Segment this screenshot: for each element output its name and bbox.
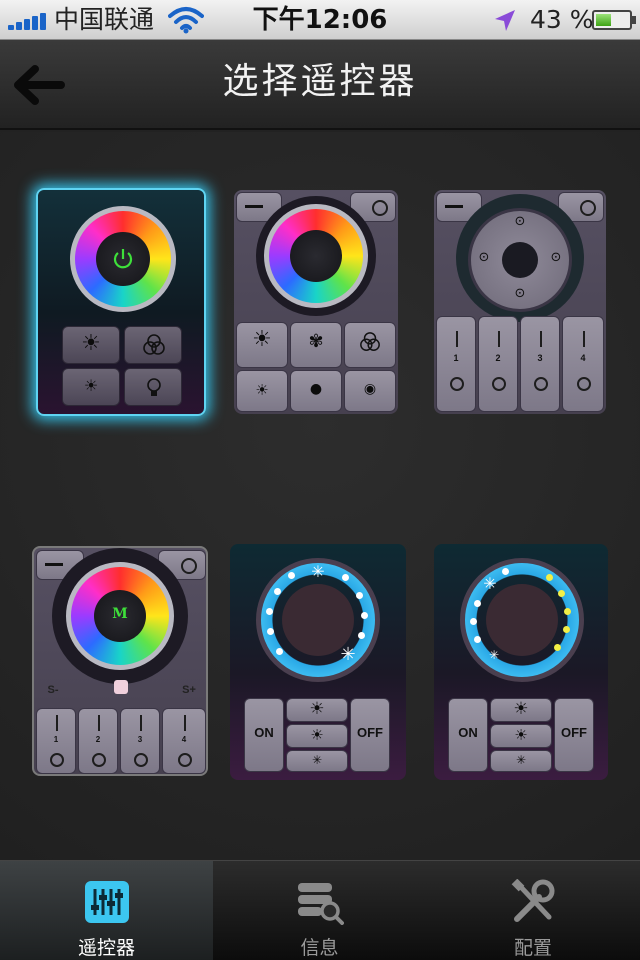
- remote-option-cct-ring-b[interactable]: ✳ ✳ ON ☀ ☀ ✳ OFF: [434, 544, 608, 780]
- small-sun-icon: ☀: [255, 381, 269, 399]
- status-bar: 中国联通 下午12:06 43 %: [0, 0, 640, 40]
- dot-icon: ●: [309, 381, 323, 397]
- brightness-low-key[interactable]: ✳: [286, 750, 348, 772]
- dim-key[interactable]: ☀: [236, 370, 288, 412]
- power-icon: [113, 249, 133, 269]
- remote-grid: ☀ ☀ ☀ ✾ ☀ ● ◉ ⊙ ⊙ ⊙ ⊙ 1 2 3 4 M S- S+ 1 …: [0, 132, 640, 860]
- bulb-key[interactable]: ◉: [344, 370, 396, 412]
- on-button[interactable]: ON: [448, 698, 488, 772]
- remote-option-rgb-wheel-6key[interactable]: ☀ ✾ ☀ ● ◉: [234, 190, 398, 414]
- battery-percent: 43 %: [530, 5, 594, 34]
- sun-icon: ☀: [309, 699, 325, 719]
- zone-key-2[interactable]: 2: [78, 708, 118, 774]
- tools-icon: [511, 879, 555, 922]
- speed-down-label: S-: [47, 684, 59, 696]
- right-arrow-icon[interactable]: ⊙: [546, 250, 566, 265]
- rgb-circles-icon: [143, 334, 165, 355]
- small-sun-icon: ✳: [488, 648, 500, 662]
- small-sun-icon: ☀: [83, 376, 99, 395]
- zone-key-2[interactable]: 2: [478, 316, 518, 412]
- light-mode-key[interactable]: [124, 368, 182, 406]
- zone-key-4[interactable]: 4: [562, 316, 604, 412]
- tab-bar: 遥控器 信息 配置: [0, 860, 640, 960]
- brightness-mid-key[interactable]: ☀: [286, 724, 348, 748]
- down-arrow-icon[interactable]: ⊙: [510, 286, 530, 301]
- zone-key-1[interactable]: 1: [36, 708, 76, 774]
- up-arrow-icon[interactable]: ⊙: [510, 214, 530, 229]
- zone-key-4[interactable]: 4: [162, 708, 206, 774]
- rgb-circles-icon: [360, 332, 380, 351]
- bright-sun-icon: ✳: [483, 574, 497, 593]
- database-search-icon: [297, 883, 344, 925]
- sun-icon: ☀: [513, 699, 529, 719]
- page-title: 选择遥控器: [222, 61, 418, 102]
- bright-sun-icon: ✳: [340, 644, 356, 665]
- zone-key-3[interactable]: 3: [120, 708, 160, 774]
- off-button[interactable]: OFF: [350, 698, 390, 772]
- location-arrow-icon: [495, 10, 515, 31]
- sun-icon: ☀: [81, 331, 101, 356]
- tab-settings[interactable]: 配置: [426, 861, 640, 960]
- bulb-small-icon: ◉: [363, 381, 377, 397]
- sun-icon: ☀: [310, 726, 324, 744]
- tab-label: 信息: [300, 937, 339, 959]
- sliders-icon: [84, 881, 129, 923]
- tab-info[interactable]: 信息: [213, 861, 426, 960]
- tab-label: 遥控器: [77, 937, 135, 959]
- rgb-key[interactable]: [344, 322, 396, 368]
- bright-sun-icon: ✳: [311, 562, 325, 581]
- brightness-high-key[interactable]: ☀: [490, 698, 552, 722]
- brightness-down-key[interactable]: ☀: [62, 368, 120, 406]
- remote-option-white-ring-a[interactable]: ✳ ✳ ON ☀ ☀ ✳ OFF: [230, 544, 406, 780]
- brightness-mid-key[interactable]: ☀: [490, 724, 552, 748]
- color-mix-key[interactable]: [124, 326, 182, 364]
- small-sun-icon: ✳: [515, 753, 527, 767]
- tab-label: 配置: [513, 937, 552, 959]
- zone-key-3[interactable]: 3: [520, 316, 560, 412]
- remote-option-dpad-4zone[interactable]: ⊙ ⊙ ⊙ ⊙ 1 2 3 4: [434, 190, 606, 414]
- small-sun-icon: ✳: [311, 753, 323, 767]
- sun-icon: ☀: [514, 726, 528, 744]
- bulb-icon: [147, 378, 161, 396]
- battery-icon: [592, 10, 636, 30]
- tab-remotes[interactable]: 遥控器: [0, 861, 213, 960]
- swirl-icon: ✾: [308, 331, 324, 352]
- sun-icon: ☀: [252, 327, 272, 352]
- remote-option-rgb-wheel-mode-4zone[interactable]: M S- S+ 1 2 3 4: [32, 546, 208, 776]
- battery-fill: [596, 14, 611, 26]
- speed-up-label: S+: [182, 684, 196, 696]
- slider-thumb[interactable]: [114, 680, 128, 694]
- fan-key[interactable]: ✾: [290, 322, 342, 368]
- remote-option-rgb-wheel-4key[interactable]: ☀ ☀: [36, 188, 206, 416]
- on-button[interactable]: ON: [244, 698, 284, 772]
- mode-label: M: [112, 606, 128, 622]
- zone-key-1[interactable]: 1: [436, 316, 476, 412]
- sun-key[interactable]: ☀: [236, 322, 288, 368]
- brightness-high-key[interactable]: ☀: [286, 698, 348, 722]
- off-button[interactable]: OFF: [554, 698, 594, 772]
- nav-bar: 选择遥控器: [0, 40, 640, 130]
- brightness-up-key[interactable]: ☀: [62, 326, 120, 364]
- brightness-low-key[interactable]: ✳: [490, 750, 552, 772]
- speed-key[interactable]: ●: [290, 370, 342, 412]
- left-arrow-icon[interactable]: ⊙: [474, 250, 494, 265]
